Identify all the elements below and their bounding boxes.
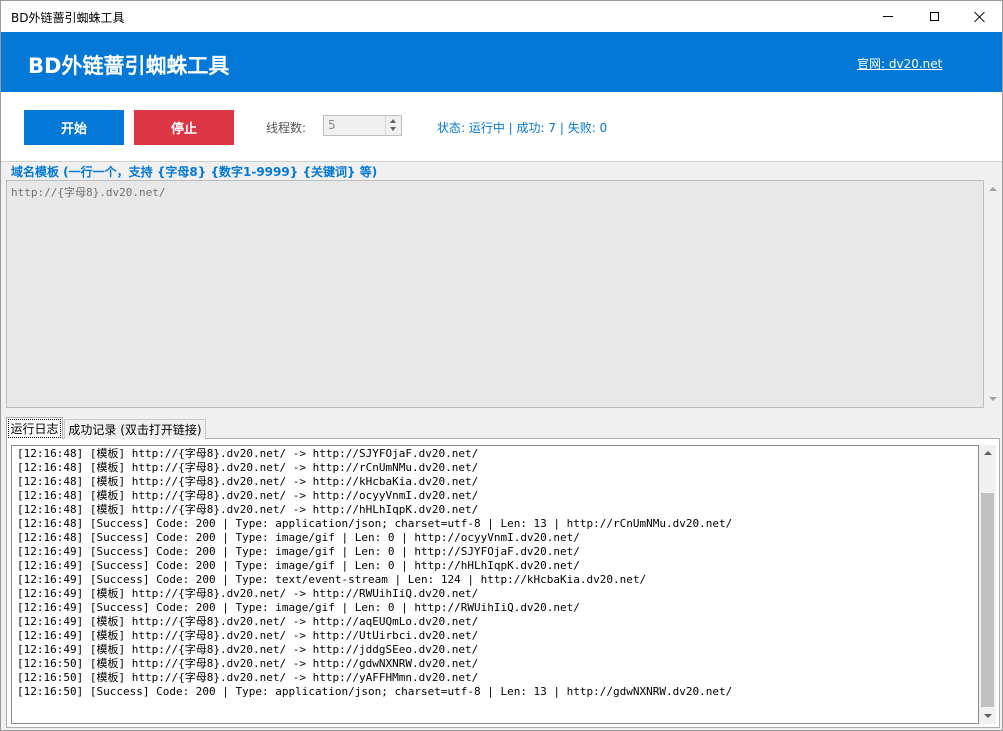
spin-up-icon[interactable] bbox=[390, 119, 396, 123]
log-line: [12:16:48] [模板] http://{字母8}.dv20.net/ -… bbox=[17, 503, 479, 516]
control-bar: 开始 停止 线程数: 5 状态: 运行中 | 成功: 7 | 失败: 0 bbox=[1, 92, 1002, 162]
stepper-arrows bbox=[385, 116, 401, 135]
tab-run-log[interactable]: 运行日志 bbox=[6, 417, 63, 439]
minimize-icon bbox=[883, 16, 893, 17]
log-line: [12:16:49] [Success] Code: 200 | Type: i… bbox=[17, 559, 580, 572]
template-textarea[interactable]: http://{字母8}.dv20.net/ bbox=[6, 180, 984, 408]
log-line: [12:16:48] [Success] Code: 200 | Type: i… bbox=[17, 531, 580, 544]
log-line: [12:16:49] [模板] http://{字母8}.dv20.net/ -… bbox=[17, 615, 479, 628]
log-scrollbar[interactable] bbox=[979, 445, 996, 724]
minimize-button[interactable] bbox=[865, 1, 911, 32]
threads-stepper[interactable]: 5 bbox=[323, 115, 402, 136]
log-line: [12:16:49] [Success] Code: 200 | Type: t… bbox=[17, 573, 647, 586]
log-line: [12:16:49] [模板] http://{字母8}.dv20.net/ -… bbox=[17, 643, 479, 656]
maximize-icon bbox=[929, 12, 939, 21]
log-line: [12:16:49] [Success] Code: 200 | Type: i… bbox=[17, 601, 580, 614]
spin-down-icon[interactable] bbox=[390, 127, 396, 131]
template-group-label: 域名模板 (一行一个，支持 {字母8} {数字1-9999} {关键词} 等) bbox=[11, 165, 378, 179]
threads-value[interactable]: 5 bbox=[328, 118, 336, 132]
log-line: [12:16:50] [Success] Code: 200 | Type: a… bbox=[17, 685, 733, 698]
tab-success-records-label: 成功记录 (双击打开链接) bbox=[68, 423, 202, 437]
log-line: [12:16:49] [模板] http://{字母8}.dv20.net/ -… bbox=[17, 629, 479, 642]
log-textarea[interactable]: [12:16:48] [模板] http://{字母8}.dv20.net/ -… bbox=[11, 445, 979, 724]
maximize-button[interactable] bbox=[911, 1, 957, 32]
scroll-thumb[interactable] bbox=[981, 493, 994, 707]
log-line: [12:16:48] [模板] http://{字母8}.dv20.net/ -… bbox=[17, 461, 479, 474]
log-line: [12:16:48] [模板] http://{字母8}.dv20.net/ -… bbox=[17, 447, 479, 460]
window-title: BD外链蔷引蜘蛛工具 bbox=[11, 11, 125, 25]
scroll-up-icon[interactable] bbox=[989, 187, 997, 191]
log-line: [12:16:49] [Success] Code: 200 | Type: i… bbox=[17, 545, 580, 558]
start-button[interactable]: 开始 bbox=[24, 110, 124, 145]
threads-label: 线程数: bbox=[266, 121, 307, 135]
tab-run-log-label: 运行日志 bbox=[8, 419, 61, 438]
log-list: [12:16:48] [模板] http://{字母8}.dv20.net/ -… bbox=[17, 447, 732, 699]
template-scrollbar[interactable] bbox=[984, 180, 1001, 408]
stop-button[interactable]: 停止 bbox=[134, 110, 234, 145]
header-banner: BD外链蔷引蜘蛛工具 官网: dv20.net bbox=[1, 32, 1002, 92]
template-value: http://{字母8}.dv20.net/ bbox=[11, 186, 166, 199]
official-site-link[interactable]: 官网: dv20.net bbox=[857, 55, 942, 72]
close-icon bbox=[974, 11, 986, 23]
log-line: [12:16:50] [模板] http://{字母8}.dv20.net/ -… bbox=[17, 657, 479, 670]
log-line: [12:16:50] [模板] http://{字母8}.dv20.net/ -… bbox=[17, 671, 479, 684]
scroll-up-icon[interactable] bbox=[984, 451, 992, 455]
status-text: 状态: 运行中 | 成功: 7 | 失败: 0 bbox=[437, 121, 608, 135]
log-line: [12:16:48] [模板] http://{字母8}.dv20.net/ -… bbox=[17, 489, 479, 502]
title-bar: BD外链蔷引蜘蛛工具 bbox=[1, 1, 1002, 32]
log-line: [12:16:49] [模板] http://{字母8}.dv20.net/ -… bbox=[17, 587, 479, 600]
scroll-down-icon[interactable] bbox=[984, 714, 992, 718]
tab-success-records[interactable]: 成功记录 (双击打开链接) bbox=[64, 419, 206, 439]
app-title: BD外链蔷引蜘蛛工具 bbox=[28, 54, 230, 78]
scroll-down-icon[interactable] bbox=[989, 397, 997, 401]
log-line: [12:16:48] [Success] Code: 200 | Type: a… bbox=[17, 517, 733, 530]
close-button[interactable] bbox=[957, 1, 1003, 32]
log-line: [12:16:48] [模板] http://{字母8}.dv20.net/ -… bbox=[17, 475, 479, 488]
app-window: BD外链蔷引蜘蛛工具 BD外链蔷引蜘蛛工具 官网: dv20.net 开始 停止… bbox=[0, 0, 1003, 731]
